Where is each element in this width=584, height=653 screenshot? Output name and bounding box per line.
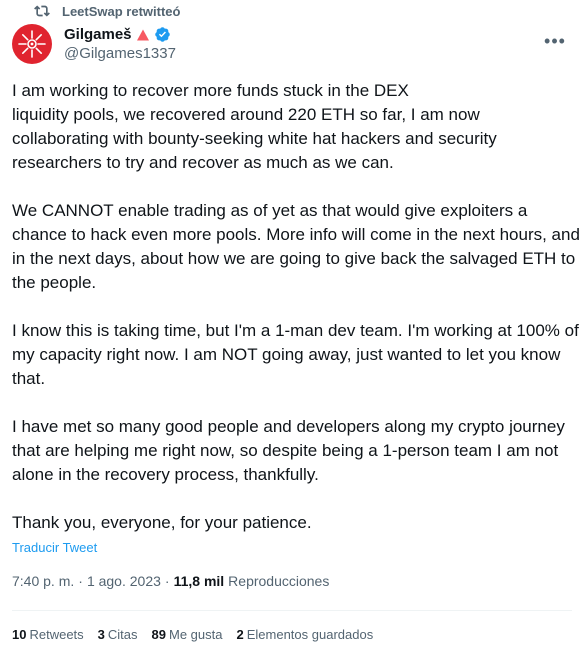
author-names: Gilgameš @Gilgames1337 [64,25,176,63]
verified-badge-icon[interactable] [154,26,171,43]
quotes-count: 3 [97,627,105,642]
retweet-icon [34,5,50,17]
tweet-paragraph: Thank you, everyone, for your patience. [12,513,312,532]
tweet-date[interactable]: 1 ago. 2023 [87,573,161,589]
tweet-paragraph: I know this is taking time, but I'm a 1-… [12,321,579,388]
tweet-text: I am working to recover more funds stuck… [12,79,580,535]
warning-triangle-icon [136,29,149,40]
avatar[interactable] [12,24,52,64]
quotes-stat[interactable]: 3 Citas [98,627,138,642]
views-count: 11,8 mil [173,573,225,589]
tweet-metadata: 7:40 p. m. · 1 ago. 2023 · 11,8 mil Repr… [12,573,329,589]
retweets-count: 10 [12,627,27,642]
bookmarks-label: Elementos guardados [246,627,374,642]
views-label: Reproducciones [228,573,330,589]
tweet-paragraph: We CANNOT enable trading as of yet as th… [12,201,580,292]
meta-separator: · [78,573,83,589]
translate-tweet-link[interactable]: Traducir Tweet [12,540,97,555]
bookmarks-stat[interactable]: 2 Elementos guardados [236,627,373,642]
display-name[interactable]: Gilgameš [64,25,132,44]
tweet-paragraph: I am working to recover more funds stuck… [12,81,497,172]
likes-count: 89 [151,627,166,642]
divider [12,610,572,611]
likes-stat[interactable]: 89 Me gusta [152,627,223,642]
tweet-time[interactable]: 7:40 p. m. [12,573,74,589]
author-handle[interactable]: @Gilgames1337 [64,44,176,63]
likes-label: Me gusta [169,627,223,642]
tweet-paragraph: I have met so many good people and devel… [12,417,565,484]
engagement-stats: 10 Retweets 3 Citas 89 Me gusta 2 Elementos … [12,627,373,642]
retweets-stat[interactable]: 10 Retweets [12,627,84,642]
tweet-author: Gilgameš @Gilgames1337 ••• [12,22,572,66]
meta-separator: · [164,573,170,589]
sun-logo-icon [18,30,46,58]
name-row: Gilgameš [64,25,176,44]
quotes-label: Citas [107,627,138,642]
retweet-context[interactable]: LeetSwap retwitteó [34,2,180,20]
retweet-label: LeetSwap retwitteó [62,3,181,19]
bookmarks-count: 2 [236,627,244,642]
retweets-label: Retweets [29,627,84,642]
more-options-button[interactable]: ••• [544,30,566,52]
